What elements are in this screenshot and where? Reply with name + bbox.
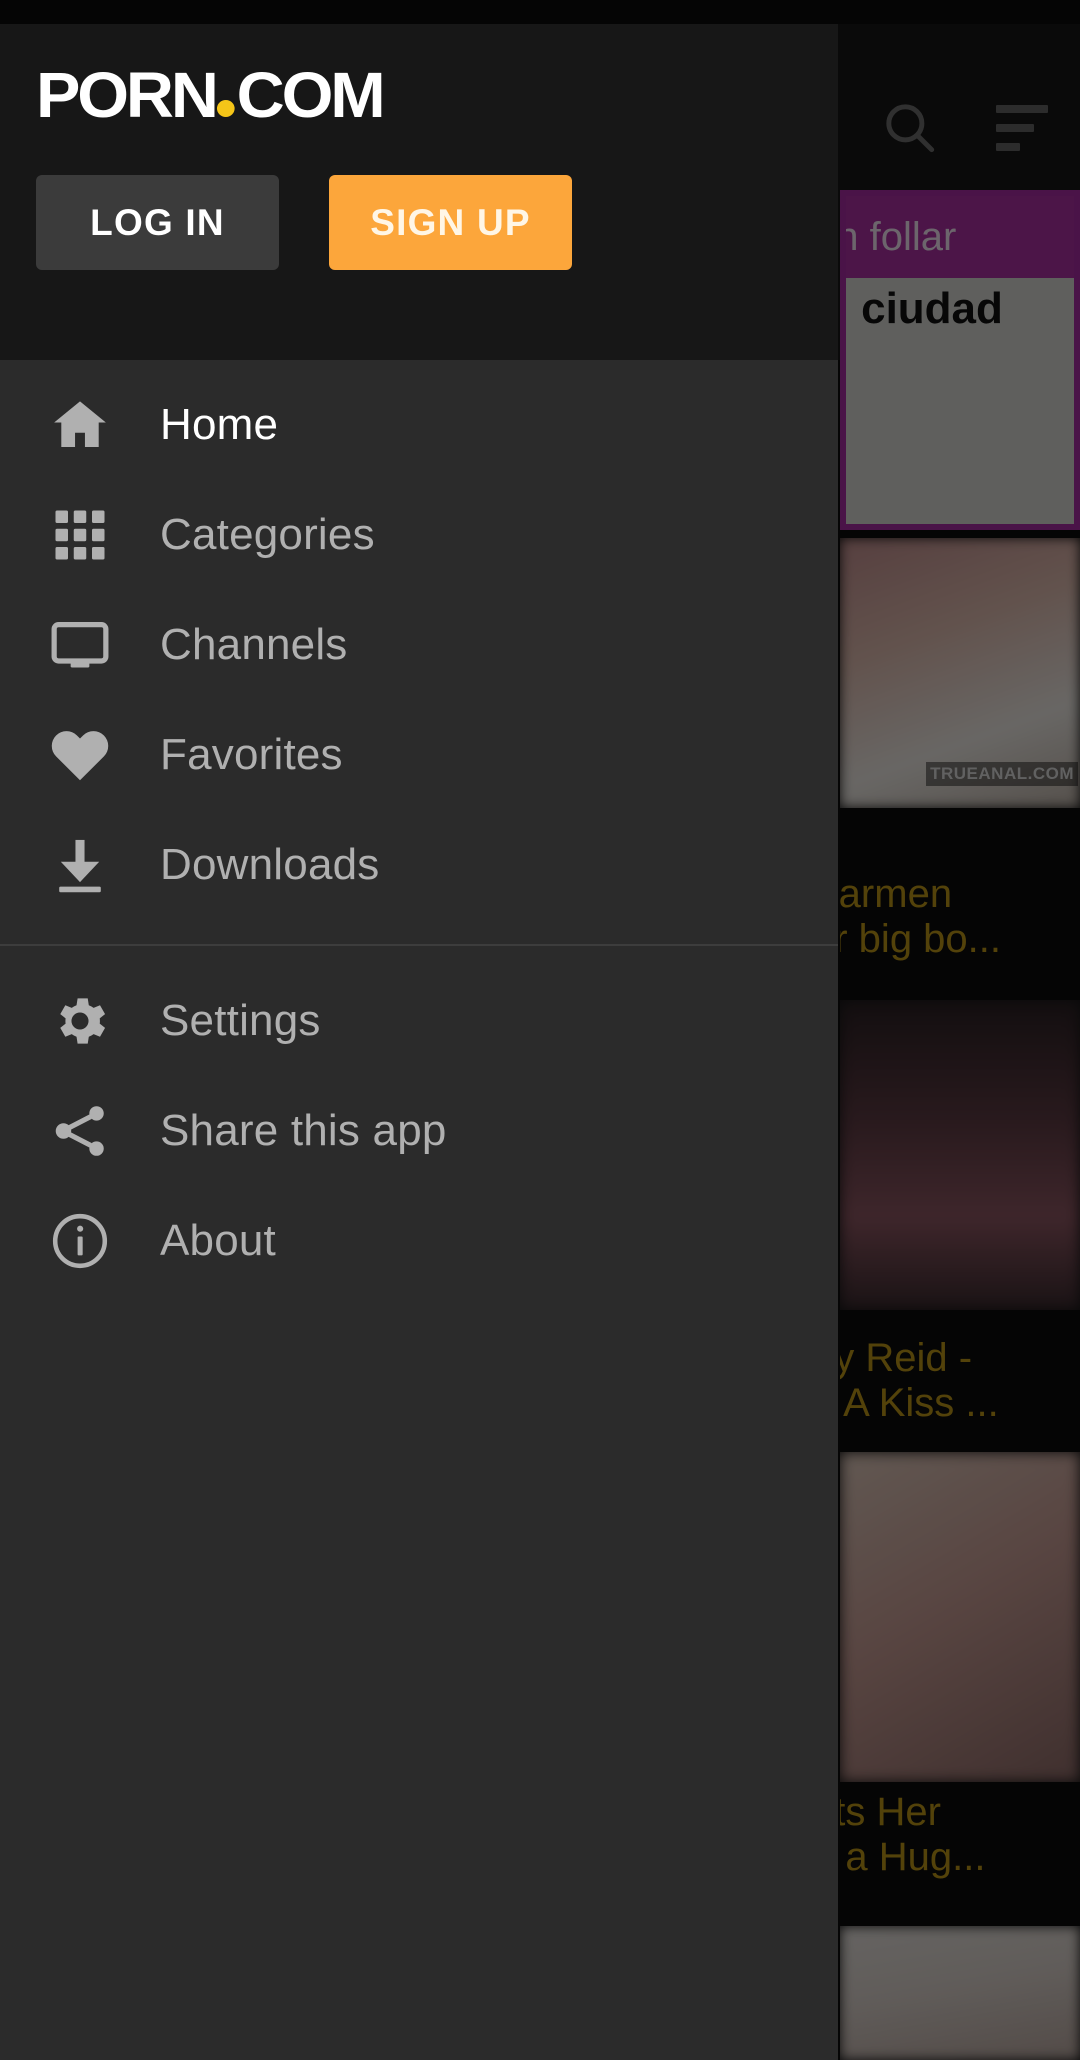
download-icon	[0, 833, 160, 897]
sidebar-item-label: Categories	[160, 510, 375, 559]
navigation-drawer: PORN COM LOG IN SIGN UP Home Categories …	[0, 24, 838, 2060]
app-screen: en follar u ciudad TRUEANAL.COM Karmen e…	[0, 0, 1080, 2060]
home-icon	[0, 392, 160, 458]
logo-suffix: COM	[236, 59, 386, 131]
nav-divider	[0, 944, 838, 946]
sidebar-item-downloads[interactable]: Downloads	[0, 810, 838, 920]
login-button[interactable]: LOG IN	[36, 175, 279, 270]
share-icon	[0, 1099, 160, 1163]
drawer-header: PORN COM LOG IN SIGN UP	[0, 24, 838, 360]
tv-icon	[0, 612, 160, 678]
sidebar-item-label: Channels	[160, 620, 348, 669]
sidebar-item-settings[interactable]: Settings	[0, 966, 838, 1076]
sidebar-item-share[interactable]: Share this app	[0, 1076, 838, 1186]
sidebar-item-about[interactable]: About	[0, 1186, 838, 1296]
sidebar-item-label: Favorites	[160, 730, 343, 779]
info-icon	[0, 1209, 160, 1273]
sidebar-item-favorites[interactable]: Favorites	[0, 700, 838, 810]
drawer-nav: Home Categories Channels Favorites Downl…	[0, 360, 838, 1296]
sidebar-item-home[interactable]: Home	[0, 370, 838, 480]
sidebar-item-label: Downloads	[160, 840, 380, 889]
sidebar-item-label: About	[160, 1216, 276, 1265]
auth-buttons: LOG IN SIGN UP	[36, 175, 572, 270]
app-logo-text: PORN COM	[36, 63, 386, 127]
gear-icon	[0, 989, 160, 1053]
logo-main: PORN	[36, 59, 219, 131]
logo-dot-icon	[216, 100, 235, 117]
heart-icon	[0, 722, 160, 788]
sidebar-item-label: Share this app	[160, 1106, 447, 1155]
signup-button[interactable]: SIGN UP	[329, 175, 572, 270]
sidebar-item-categories[interactable]: Categories	[0, 480, 838, 590]
sidebar-item-channels[interactable]: Channels	[0, 590, 838, 700]
sidebar-item-label: Settings	[160, 996, 321, 1045]
grid-icon	[0, 505, 160, 565]
sidebar-item-label: Home	[160, 400, 279, 449]
app-logo[interactable]: PORN COM	[36, 63, 386, 127]
